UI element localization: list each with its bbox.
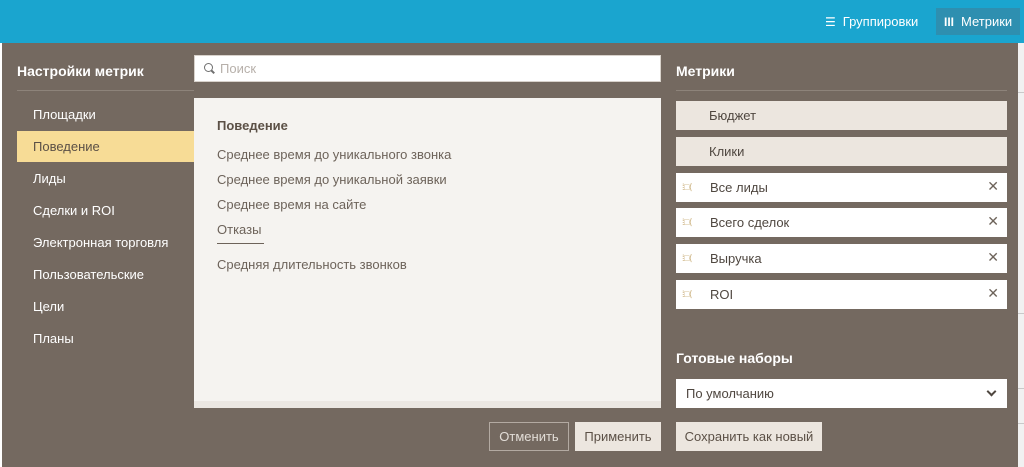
save-as-new-button[interactable]: Сохранить как новый [676, 422, 822, 451]
divider [676, 90, 1007, 91]
close-icon[interactable]: ✕ [987, 213, 999, 230]
metric-label: Всего сделок [710, 215, 790, 231]
category-nav: Площадки Поведение Лиды Сделки и ROI Эле… [17, 99, 194, 355]
chevron-down-icon [986, 386, 997, 397]
close-icon[interactable]: ✕ [987, 178, 999, 195]
panel-title: Настройки метрик [17, 63, 144, 79]
columns-icon: III [944, 14, 955, 29]
metric-label: Клики [709, 143, 745, 159]
metrics-button[interactable]: III Метрики [936, 8, 1021, 35]
background-strip [1018, 43, 1024, 467]
search-input[interactable] [220, 61, 650, 76]
groupings-button[interactable]: ☰ Группировки [817, 8, 926, 35]
selected-metrics-title: Метрики [676, 63, 735, 79]
metrics-label: Метрики [961, 14, 1013, 29]
close-icon[interactable]: ✕ [987, 249, 999, 266]
list-item[interactable]: Отказы [217, 217, 451, 242]
divider [17, 90, 194, 91]
nav-item-leads[interactable]: Лиды [17, 163, 194, 194]
apply-button[interactable]: Применить [575, 422, 661, 451]
top-bar: ☰ Группировки III Метрики [0, 0, 1024, 43]
nav-item-custom[interactable]: Пользовательские [17, 259, 194, 290]
list-heading: Поведение [217, 118, 288, 133]
nav-item-deals-roi[interactable]: Сделки и ROI [17, 195, 194, 226]
nav-item-behavior[interactable]: Поведение [17, 131, 194, 162]
metrics-settings-panel: Настройки метрик Площадки Поведение Лиды… [2, 43, 1018, 467]
metric-clicks: Клики [676, 136, 1007, 166]
presets-title: Готовые наборы [676, 350, 793, 366]
preset-selected-value: По умолчанию [686, 386, 774, 401]
search-box [194, 55, 661, 82]
metric-budget: Бюджет [676, 101, 1007, 130]
drag-handle-icon[interactable]: ⁞□⟨ [682, 253, 704, 264]
selected-metrics: Бюджет Клики ⁞□⟨ Все лиды ✕ ⁞□⟨ Всего сд… [676, 101, 1007, 316]
metric-label: ROI [710, 286, 734, 302]
metric-all-leads[interactable]: ⁞□⟨ Все лиды ✕ [676, 172, 1007, 202]
cancel-button[interactable]: Отменить [489, 422, 569, 451]
list-footer [194, 401, 661, 408]
list-item[interactable]: Среднее время до уникального звонка [217, 142, 451, 167]
preset-select[interactable]: По умолчанию [676, 379, 1007, 408]
metric-label: Бюджет [709, 108, 757, 123]
metric-revenue[interactable]: ⁞□⟨ Выручка ✕ [676, 244, 1007, 274]
nav-item-goals[interactable]: Цели [17, 291, 194, 322]
drag-handle-icon[interactable]: ⁞□⟨ [682, 289, 704, 300]
metric-total-deals[interactable]: ⁞□⟨ Всего сделок ✕ [676, 208, 1007, 238]
groupings-icon: ☰ [825, 14, 836, 29]
list-item[interactable]: Средняя длительность звонков [217, 252, 407, 277]
metric-roi[interactable]: ⁞□⟨ ROI ✕ [676, 279, 1007, 309]
nav-item-ecommerce[interactable]: Электронная торговля [17, 227, 194, 258]
list-item[interactable]: Среднее время на сайте [217, 192, 451, 217]
nav-item-plans[interactable]: Планы [17, 323, 194, 354]
search-icon [204, 63, 215, 74]
metric-list: Поведение Среднее время до уникального з… [194, 98, 661, 408]
drag-handle-icon[interactable]: ⁞□⟨ [682, 217, 704, 228]
groupings-label: Группировки [842, 14, 919, 29]
nav-item-platforms[interactable]: Площадки [17, 99, 194, 130]
metric-label: Выручка [710, 251, 762, 267]
close-icon[interactable]: ✕ [987, 285, 999, 302]
list-item[interactable]: Среднее время до уникальной заявки [217, 167, 451, 192]
list-separator [217, 243, 264, 244]
drag-handle-icon[interactable]: ⁞□⟨ [682, 182, 704, 193]
metric-label: Все лиды [710, 179, 768, 195]
